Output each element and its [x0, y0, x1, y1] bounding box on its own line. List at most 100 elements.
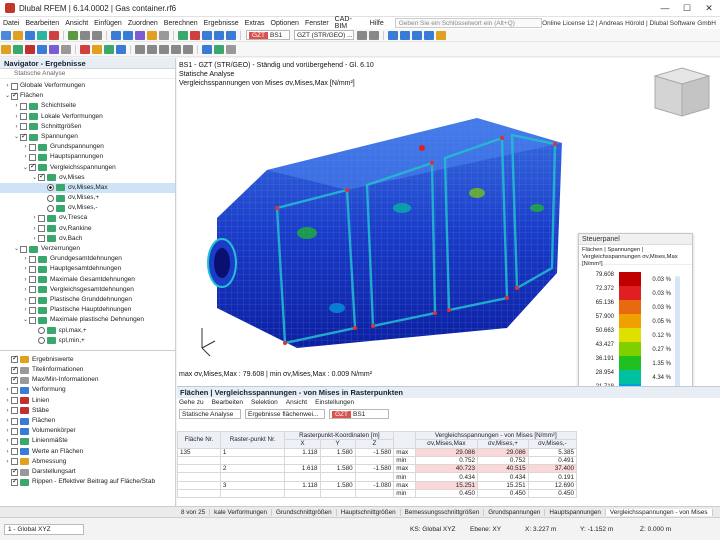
result-type-combo[interactable]: Ergebnisse flächenwei...	[245, 409, 325, 419]
table-icon[interactable]	[202, 30, 212, 40]
select-icon[interactable]	[1, 44, 11, 54]
checkbox[interactable]	[38, 215, 45, 223]
maximize-button[interactable]: ☐	[676, 3, 698, 14]
rotate-icon[interactable]	[147, 44, 157, 54]
solid-icon[interactable]	[49, 44, 59, 54]
tree-item[interactable]: › Grundgesamtdehnungen	[0, 254, 175, 264]
expand-arrow-icon[interactable]: ›	[22, 285, 29, 295]
checkbox[interactable]	[38, 172, 45, 182]
tree-item[interactable]: › Hauptgesamtdehnungen	[0, 264, 175, 274]
menu-cad-bim[interactable]: CAD-BIM	[332, 16, 367, 30]
tree-item[interactable]: › Globale Verformungen	[0, 81, 175, 91]
display-option-item[interactable]: › Werte an Flächen	[0, 447, 175, 457]
expand-arrow-icon[interactable]: ›	[22, 295, 29, 305]
checkbox[interactable]	[20, 102, 27, 110]
radio-button[interactable]	[38, 337, 45, 345]
checkbox[interactable]	[11, 354, 18, 365]
checkbox[interactable]	[29, 316, 36, 324]
support-icon[interactable]	[80, 44, 90, 54]
checkbox[interactable]	[20, 132, 27, 142]
menu-einfuegen[interactable]: Einfügen	[91, 20, 125, 27]
display-option-item[interactable]: › Stäbe	[0, 406, 175, 416]
redo-icon[interactable]	[92, 30, 102, 40]
mesh-icon[interactable]	[116, 44, 126, 54]
tab-hauptschnittgroessen[interactable]: Hauptschnittgrößen	[337, 508, 401, 516]
view-icon[interactable]	[111, 30, 121, 40]
tree-item[interactable]: › Grundspannungen	[0, 142, 175, 152]
surface-icon[interactable]	[37, 44, 47, 54]
menu-bearbeiten[interactable]: Bearbeiten	[22, 20, 62, 27]
checkbox[interactable]	[29, 306, 36, 314]
radio-button[interactable]	[47, 194, 54, 202]
expand-arrow-icon[interactable]: ›	[4, 426, 11, 436]
menu-zuordnen[interactable]: Zuordnen	[125, 20, 161, 27]
hinge-icon[interactable]	[104, 44, 114, 54]
tree-item[interactable]: › Plastische Grunddehnungen	[0, 295, 175, 305]
print-icon[interactable]	[37, 30, 47, 40]
grid-icon[interactable]	[159, 30, 169, 40]
loadcase-combo[interactable]: GZT BS1	[246, 30, 290, 40]
navigator-icon[interactable]	[214, 30, 224, 40]
tree-item[interactable]: › Schnittgrößen	[0, 122, 175, 132]
checkbox[interactable]	[11, 407, 18, 415]
checkbox[interactable]	[29, 153, 36, 161]
checkbox[interactable]	[11, 375, 18, 385]
expand-arrow-icon[interactable]: ›	[22, 305, 29, 315]
tree-item[interactable]: ⌄ Flächen	[0, 91, 175, 101]
node-icon[interactable]	[13, 44, 23, 54]
display-option-item[interactable]: Ergebniswerte	[0, 354, 175, 365]
tree-item[interactable]: ⌄ Verzerrungen	[0, 244, 175, 254]
tree-item[interactable]: ⌄ Spannungen	[0, 132, 175, 142]
checkbox[interactable]	[11, 458, 18, 466]
display-option-item[interactable]: Darstellungsart	[0, 467, 175, 477]
open-file-icon[interactable]	[13, 30, 23, 40]
display-option-item[interactable]: › Abmessung	[0, 457, 175, 467]
checkbox[interactable]	[11, 417, 18, 425]
radio-button[interactable]	[47, 204, 54, 212]
settings-icon[interactable]	[226, 44, 236, 54]
tree-item[interactable]: εpl,max,+	[0, 326, 175, 336]
expand-arrow-icon[interactable]: ›	[4, 447, 11, 457]
checkbox[interactable]	[20, 113, 27, 121]
tree-item[interactable]: εpl,min,+	[0, 336, 175, 346]
member-icon[interactable]	[61, 44, 71, 54]
display-option-item[interactable]: Max/Min-Informationen	[0, 375, 175, 385]
view-x-icon[interactable]	[400, 30, 410, 40]
expand-arrow-icon[interactable]: ⌄	[4, 91, 11, 101]
checkbox[interactable]	[29, 162, 36, 172]
expand-arrow-icon[interactable]: ›	[4, 406, 11, 416]
table-row[interactable]: min 0.752 0.752 0.491	[177, 455, 578, 466]
expand-arrow-icon[interactable]: ⌄	[13, 244, 20, 254]
checkbox[interactable]	[29, 265, 36, 273]
expand-arrow-icon[interactable]: ⌄	[22, 315, 29, 325]
expand-arrow-icon[interactable]: ⌄	[31, 173, 38, 183]
tree-item[interactable]: › Schichtseite	[0, 101, 175, 111]
table-row[interactable]: 3 1.118 1.580 -1.080 max 15.251 15.251 12.690	[177, 480, 578, 491]
expand-arrow-icon[interactable]: ›	[4, 396, 11, 406]
model-icon[interactable]	[68, 30, 78, 40]
expand-arrow-icon[interactable]: ›	[22, 264, 29, 274]
menu-selektion[interactable]: Selektion	[251, 398, 278, 408]
display-option-item[interactable]: › Flächen	[0, 416, 175, 426]
export-icon[interactable]	[49, 30, 59, 40]
checkbox[interactable]	[20, 245, 27, 253]
expand-arrow-icon[interactable]: ›	[31, 234, 38, 244]
new-file-icon[interactable]	[1, 30, 11, 40]
snap-icon[interactable]	[214, 44, 224, 54]
load-icon[interactable]	[92, 44, 102, 54]
menu-extras[interactable]: Extras	[242, 20, 268, 27]
table-row[interactable]: 2 1.618 1.580 -1.580 max 40.723 40.515 37.400	[177, 464, 578, 474]
checkbox[interactable]	[11, 365, 18, 375]
checkbox[interactable]	[29, 255, 36, 263]
view-z-icon[interactable]	[424, 30, 434, 40]
zoom-icon[interactable]	[123, 30, 133, 40]
tab-bemessungsschnittgroessen[interactable]: Bemessungsschnittgrößen	[401, 508, 485, 516]
tree-item[interactable]: › Hauptspannungen	[0, 152, 175, 162]
copy-icon[interactable]	[171, 44, 181, 54]
tree-item[interactable]: ⌄ Vergleichsspannungen	[0, 162, 175, 173]
combination-combo[interactable]: GZT (STR/GEO) ...	[294, 30, 354, 40]
checkbox[interactable]	[11, 397, 18, 405]
measure-icon[interactable]	[202, 44, 212, 54]
analysis-combo[interactable]: Statische Analyse	[179, 409, 241, 419]
checkbox[interactable]	[38, 235, 45, 243]
